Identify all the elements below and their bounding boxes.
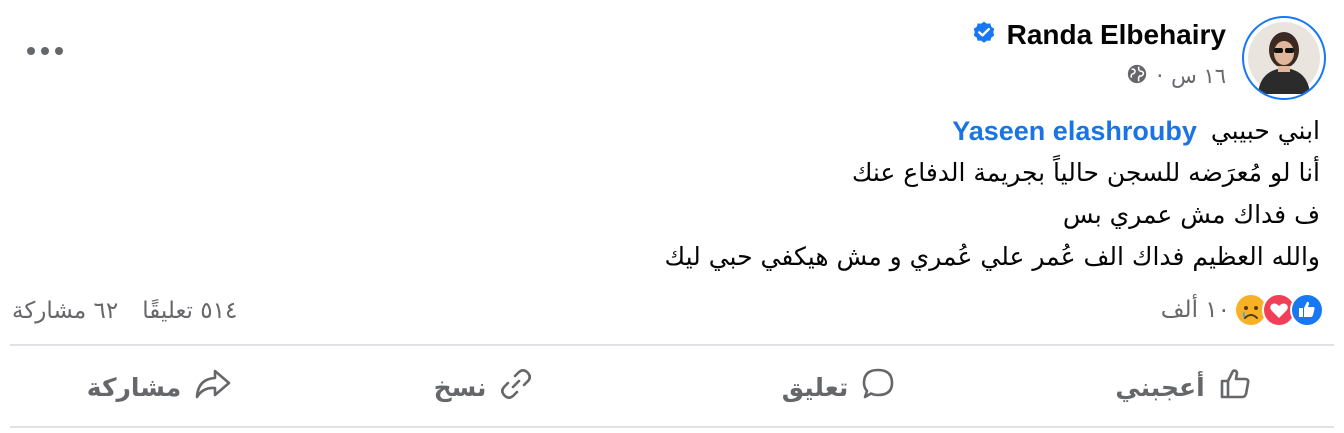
- author-name[interactable]: Randa Elbehairy: [1007, 19, 1226, 51]
- shares-count[interactable]: ٦٢ مشاركة: [12, 298, 118, 324]
- more-horizontal-icon: [27, 47, 63, 55]
- copy-link-button[interactable]: نسخ: [334, 348, 634, 426]
- profile-photo: [1248, 22, 1320, 94]
- tagged-user-link[interactable]: Yaseen elashrouby: [952, 110, 1197, 152]
- comment-bubble-icon: [860, 366, 896, 408]
- divider-bottom: [10, 426, 1334, 428]
- share-button[interactable]: مشاركة: [10, 348, 310, 426]
- action-bar: أعجبني تعليق نسخ مشاركة: [10, 348, 1334, 426]
- like-label: أعجبني: [1115, 372, 1205, 402]
- comment-label: تعليق: [781, 372, 849, 402]
- author-line: Randa Elbehairy: [971, 18, 1226, 52]
- thumbs-up-icon: [1217, 366, 1253, 408]
- post-text: ابني حبيبي Yaseen elashrouby أنا لو مُعر…: [220, 110, 1320, 278]
- reactions-count[interactable]: ١٠ ألف: [1161, 297, 1230, 323]
- comment-button[interactable]: تعليق: [689, 348, 989, 426]
- verified-badge-icon: [971, 20, 997, 50]
- comments-count[interactable]: ٥١٤ تعليقًا: [142, 298, 237, 324]
- copy-label: نسخ: [433, 372, 487, 402]
- reaction-icons: [1234, 293, 1324, 327]
- meta-separator: ·: [1156, 64, 1164, 88]
- share-label: مشاركة: [86, 372, 182, 402]
- share-arrow-icon: [193, 366, 233, 408]
- engagement-counts: ٥١٤ تعليقًا ٦٢ مشاركة: [12, 292, 237, 330]
- post-text-line-3: ف فداك مش عمري بس: [1062, 200, 1320, 229]
- link-icon: [498, 366, 534, 408]
- reactions-summary[interactable]: ١٠ ألف: [1161, 290, 1324, 330]
- post-time[interactable]: ١٦ س: [1171, 64, 1226, 88]
- avatar[interactable]: [1242, 16, 1326, 100]
- post-text-line-1: ابني حبيبي: [1210, 116, 1320, 145]
- post-meta: ١٦ س ·: [1126, 62, 1226, 90]
- divider-top: [10, 344, 1334, 346]
- facebook-post: Randa Elbehairy ١٦ س · ابني حبيبي Yaseen…: [0, 0, 1344, 433]
- more-options-button[interactable]: [20, 36, 70, 66]
- globe-icon[interactable]: [1126, 63, 1148, 90]
- post-text-line-2: أنا لو مُعرَضه للسجن حالياً بجريمة الدفا…: [851, 158, 1320, 187]
- like-button[interactable]: أعجبني: [1034, 348, 1334, 426]
- like-reaction-icon: [1290, 293, 1324, 327]
- post-first-line: ابني حبيبي Yaseen elashrouby: [220, 110, 1320, 152]
- post-text-line-4: والله العظيم فداك الف عُمر علي عُمري و م…: [664, 242, 1320, 271]
